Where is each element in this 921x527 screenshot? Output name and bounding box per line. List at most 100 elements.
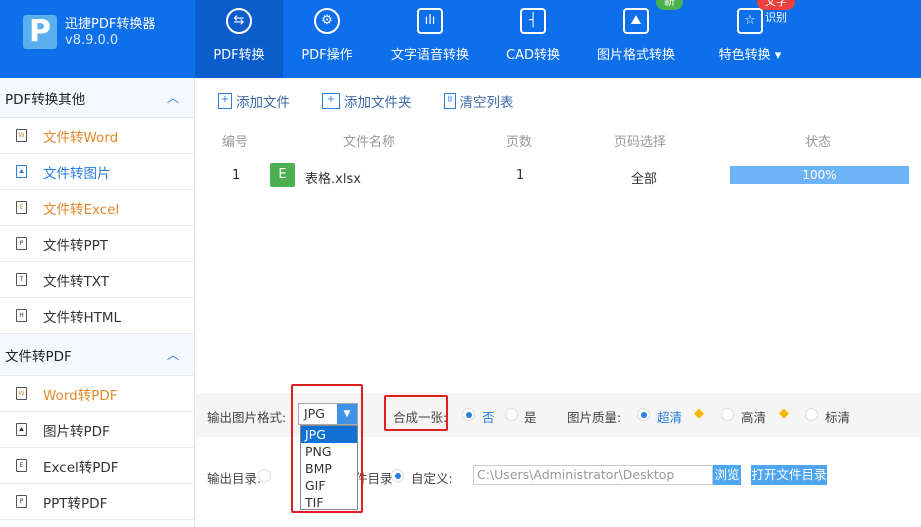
tab-label: PDF操作 — [301, 48, 353, 63]
outdir-label: 输出目录: — [207, 471, 262, 486]
toolbar: + 添加文件 + 添加文件夹 ॥ 清空列表 — [196, 82, 524, 120]
col-header-status: 状态 — [805, 135, 832, 150]
item-label: 图片转PDF — [43, 423, 110, 440]
star-refresh-icon: ☆ — [737, 8, 763, 34]
format-label: 输出图片格式: — [207, 410, 287, 425]
image-icon: ⛰ — [623, 8, 649, 34]
button-label: 添加文件 — [236, 95, 290, 111]
sidebar-item-to-txt[interactable]: T 文件转TXT — [0, 262, 194, 298]
page-count: 1 — [516, 168, 525, 183]
ppt-file-icon: P — [16, 495, 27, 508]
item-label: 文件转TXT — [43, 273, 110, 290]
html-file-icon: H — [16, 309, 27, 322]
tab-image-format[interactable]: ⛰ 图片格式转换 新 — [590, 0, 683, 78]
convert-icon: ⇆ — [226, 8, 252, 34]
item-label: PPT转PDF — [43, 495, 108, 512]
tab-special[interactable]: ☆ 特色转换 ▾ 文字识别 — [705, 0, 795, 78]
app-title: 迅捷PDF转换器 — [65, 17, 156, 32]
item-label: 文件转Excel — [43, 201, 120, 218]
col-header-name: 文件名称 — [343, 135, 396, 150]
outdir-original-radio[interactable] — [258, 469, 271, 482]
outdir-custom-radio[interactable] — [391, 469, 404, 482]
tab-label: 文字语音转换 — [390, 48, 469, 63]
quality-std-label: 标清 — [825, 410, 851, 425]
ocr-badge: 文字识别 — [757, 0, 795, 24]
merge-no-radio[interactable] — [462, 408, 475, 421]
merge-no-label: 否 — [482, 410, 495, 425]
ppt-file-icon: P — [16, 237, 27, 250]
outdir-custom-label: 自定义: — [411, 471, 453, 486]
button-label: 清空列表 — [459, 95, 514, 111]
file-name: 表格.xlsx — [305, 172, 361, 187]
progress-bar: 100% — [730, 166, 909, 184]
clear-list-button[interactable]: ॥ 清空列表 — [443, 91, 514, 111]
app-header: P 迅捷PDF转换器 v8.9.0.0 ⇆ PDF转换 ⚙ PDF操作 ılı 文字语… — [0, 0, 921, 78]
new-badge: 新 — [656, 0, 683, 10]
page-range[interactable]: 全部 — [631, 168, 657, 187]
vip-diamond-icon: ◆ — [694, 406, 704, 421]
col-header-pages: 页数 — [506, 135, 533, 150]
chevron-up-icon: ︿ — [166, 91, 179, 105]
word-file-icon: W — [16, 387, 27, 400]
image-file-icon: ⛰ — [16, 165, 27, 178]
item-label: 文件转HTML — [43, 309, 122, 326]
sidebar-item-excel-to-pdf[interactable]: E Excel转PDF — [0, 448, 194, 484]
highlight-box — [291, 384, 363, 513]
add-file-icon: + — [218, 93, 232, 109]
item-label: 文件转PPT — [43, 237, 109, 254]
tab-cad[interactable]: ┤ CAD转换 — [495, 0, 571, 78]
merge-yes-radio[interactable] — [505, 408, 518, 421]
sidebar-item-ppt-to-pdf[interactable]: P PPT转PDF — [0, 484, 194, 520]
quality-label: 图片质量: — [567, 410, 622, 425]
sidebar: PDF转换其他 ︿ W 文件转Word ⛰ 文件转图片 E 文件转Excel P 文件转P… — [0, 78, 195, 527]
tab-pdf-convert[interactable]: ⇆ PDF转换 — [195, 0, 283, 78]
quality-super-label: 超清 — [657, 410, 683, 425]
quality-high-radio[interactable] — [721, 408, 734, 421]
txt-file-icon: T — [16, 273, 27, 286]
trash-icon: ॥ — [443, 93, 456, 109]
tab-pdf-operate[interactable]: ⚙ PDF操作 — [285, 0, 369, 78]
tab-label: 图片格式转换 — [596, 48, 675, 63]
section-file-to-pdf[interactable]: 文件转PDF ︿ — [0, 334, 194, 376]
excel-file-icon: E — [16, 201, 27, 214]
quality-high-label: 高清 — [741, 410, 767, 425]
browse-button[interactable]: 浏览 — [713, 465, 741, 485]
button-label: 添加文件夹 — [344, 95, 412, 111]
sidebar-item-to-html[interactable]: H 文件转HTML — [0, 298, 194, 334]
app-version: v8.9.0.0 — [65, 33, 119, 48]
item-label: Excel转PDF — [43, 459, 119, 476]
sidebar-item-to-ppt[interactable]: P 文件转PPT — [0, 226, 194, 262]
cad-icon: ┤ — [520, 8, 546, 34]
sidebar-item-to-image[interactable]: ⛰ 文件转图片 — [0, 154, 194, 190]
chevron-up-icon: ︿ — [166, 348, 179, 362]
sidebar-item-to-word[interactable]: W 文件转Word — [0, 118, 194, 154]
excel-icon: E — [270, 163, 295, 187]
add-folder-icon: + — [322, 93, 340, 109]
tab-label: PDF转换 — [213, 48, 265, 63]
quality-super-radio[interactable] — [637, 408, 650, 421]
output-path-input[interactable]: C:\Users\Administrator\Desktop — [473, 465, 713, 485]
tab-text-speech[interactable]: ılı 文字语音转换 — [380, 0, 480, 78]
quality-std-radio[interactable] — [805, 408, 818, 421]
image-file-icon: ⛰ — [16, 423, 27, 436]
sidebar-item-word-to-pdf[interactable]: W Word转PDF — [0, 376, 194, 412]
highlight-box — [384, 395, 448, 431]
audio-wave-icon: ılı — [417, 8, 443, 34]
open-folder-button[interactable]: 打开文件目录 — [751, 465, 827, 485]
section-title: 文件转PDF — [5, 348, 72, 365]
add-folder-button[interactable]: + 添加文件夹 — [322, 91, 412, 111]
item-label: 文件转图片 — [43, 165, 111, 182]
section-title: PDF转换其他 — [5, 91, 86, 108]
merge-yes-label: 是 — [524, 410, 537, 425]
sidebar-item-to-excel[interactable]: E 文件转Excel — [0, 190, 194, 226]
item-label: Word转PDF — [43, 387, 118, 404]
excel-file-icon: E — [16, 459, 27, 472]
col-header-no: 编号 — [222, 135, 249, 150]
sidebar-item-image-to-pdf[interactable]: ⛰ 图片转PDF — [0, 412, 194, 448]
section-pdf-convert-other[interactable]: PDF转换其他 ︿ — [0, 78, 194, 118]
progress-fill: 100% — [730, 166, 909, 184]
add-file-button[interactable]: + 添加文件 — [218, 91, 290, 111]
tab-label: CAD转换 — [506, 48, 560, 63]
vip-diamond-icon: ◆ — [779, 406, 789, 421]
gear-icon: ⚙ — [314, 8, 340, 34]
